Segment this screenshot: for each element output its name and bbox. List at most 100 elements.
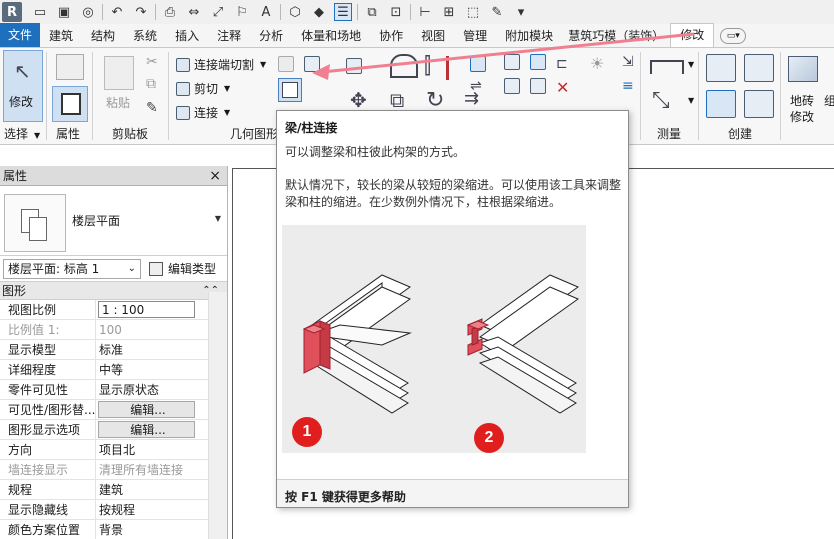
tab-collaborate[interactable]: 协作 — [370, 25, 412, 47]
property-rows: 视图比例 1 : 100 比例值 1: 100 显示模型 标准 详细程度 中等 … — [0, 300, 227, 539]
unpin-icon[interactable]: ⊏ — [556, 56, 568, 72]
edit-type-button[interactable]: 编辑类型 — [149, 260, 216, 277]
align-icon[interactable]: ⊢ — [416, 3, 434, 21]
type-selector[interactable]: 楼层平面 ▼ — [0, 186, 227, 256]
tab-decoration-plugin[interactable]: 慧筑巧模（装饰） — [562, 25, 670, 47]
property-value[interactable]: 标准 — [96, 340, 195, 359]
select-dropdown-icon[interactable]: ▼ — [34, 131, 40, 140]
wall-joins-icon[interactable] — [278, 56, 294, 72]
switch-windows-icon[interactable]: ⊡ — [387, 3, 405, 21]
linework-icon[interactable]: ≡ — [622, 78, 634, 94]
override-icon[interactable]: ⇲ — [622, 54, 634, 70]
tab-analyze[interactable]: 分析 — [250, 25, 292, 47]
create-assembly-icon[interactable] — [706, 90, 736, 118]
thin-lines-icon[interactable]: ☰ — [334, 3, 352, 21]
create-parts-icon[interactable] — [706, 54, 736, 82]
close-hidden-icon[interactable]: ⧉ — [363, 3, 381, 21]
cut-geometry-button[interactable]: 剪切 ▼ — [176, 80, 230, 97]
align-tool-icon[interactable] — [346, 58, 362, 74]
match-properties-icon[interactable]: ✎ — [146, 100, 158, 116]
mirror-tool-icon[interactable]: ⫿ — [424, 54, 431, 79]
tooltip-illustration: 1 2 — [282, 225, 586, 453]
customize-dropdown-icon[interactable]: ▾ — [512, 3, 530, 21]
offset-tool-icon[interactable] — [390, 54, 418, 78]
split-icon[interactable] — [470, 56, 486, 72]
property-value[interactable]: 按规程 — [96, 500, 195, 519]
mirror-red-icon[interactable] — [446, 56, 449, 80]
tab-insert[interactable]: 插入 — [166, 25, 208, 47]
array-icon[interactable] — [504, 54, 520, 70]
view-scale-input[interactable]: 1 : 100 — [98, 301, 195, 318]
open-icon[interactable]: ▭ — [31, 3, 49, 21]
join-geometry-button[interactable]: 连接 ▼ — [176, 104, 230, 121]
property-value[interactable]: 项目北 — [96, 440, 195, 459]
group-icon[interactable]: ⊞ — [440, 3, 458, 21]
copy-tool-icon[interactable]: ⧉ — [390, 88, 404, 112]
instance-selector[interactable]: 楼层平面: 标高 1 ⌄ — [3, 258, 141, 279]
trim-icon[interactable] — [504, 78, 520, 94]
property-value[interactable]: 显示原状态 — [96, 380, 195, 399]
delete-icon[interactable]: ✕ — [556, 78, 569, 97]
tab-view[interactable]: 视图 — [412, 25, 454, 47]
paste-button[interactable]: 粘贴 — [106, 94, 130, 111]
tab-manage[interactable]: 管理 — [454, 25, 496, 47]
category-header[interactable]: 图形 ⌃⌃ — [0, 282, 227, 300]
tab-massing-site[interactable]: 体量和场地 — [292, 25, 370, 47]
trim-extend-icon[interactable]: ⇉ — [464, 88, 479, 109]
cut-clip-icon[interactable]: ✂ — [146, 54, 158, 70]
tab-annotate[interactable]: 注释 — [208, 25, 250, 47]
app-logo[interactable]: R — [2, 2, 22, 22]
tab-modify[interactable]: 修改 — [670, 23, 715, 47]
join-cut-button[interactable]: 连接端切割 ▼ — [176, 56, 266, 73]
tab-structure[interactable]: 结构 — [82, 25, 124, 47]
measure-between-icon[interactable] — [650, 60, 684, 74]
trailing-group-label[interactable]: 组 — [824, 92, 834, 109]
properties-scrollbar[interactable] — [208, 292, 227, 539]
tab-addins[interactable]: 附加模块 — [496, 25, 562, 47]
graphic-display-edit-button[interactable]: 编辑... — [98, 421, 195, 438]
tab-architecture[interactable]: 建筑 — [40, 25, 82, 47]
close-icon[interactable]: × — [209, 168, 221, 184]
scale-icon[interactable] — [530, 54, 546, 70]
text-icon[interactable]: A — [257, 3, 275, 21]
component-icon[interactable]: ⬚ — [464, 3, 482, 21]
print-icon[interactable]: ⎙ — [161, 3, 179, 21]
modify-button[interactable]: ↖ 修改 — [3, 50, 43, 122]
tab-file[interactable]: 文件 — [0, 23, 41, 47]
property-value[interactable]: 建筑 — [96, 480, 195, 499]
redo-icon[interactable]: ↷ — [132, 3, 150, 21]
save-icon[interactable]: ▣ — [55, 3, 73, 21]
chevron-down-icon[interactable]: ▼ — [215, 214, 221, 223]
measure-icon[interactable]: ⇔ — [185, 3, 203, 21]
paint-face-icon[interactable] — [304, 56, 320, 72]
section-icon[interactable]: ◆ — [310, 3, 328, 21]
3d-view-icon[interactable]: ⬡ — [286, 3, 304, 21]
beam-diagram-1 — [302, 274, 412, 414]
chevron-down-icon[interactable]: ▼ — [688, 96, 694, 105]
ribbon-options-icon[interactable]: ▭▾ — [720, 28, 747, 44]
hide-bulb-icon[interactable]: ☀ — [590, 54, 604, 73]
property-value[interactable]: 背景 — [96, 520, 195, 539]
select-panel-label[interactable]: 选择 — [4, 125, 28, 142]
sheet-front-icon — [29, 217, 47, 241]
dimension-icon[interactable]: ⤡ — [652, 88, 670, 113]
copy-icon[interactable]: ⧉ — [146, 76, 156, 92]
create-similar-icon[interactable] — [744, 90, 774, 118]
properties-button[interactable] — [52, 86, 88, 122]
sync-icon[interactable]: ◎ — [79, 3, 97, 21]
move-icon[interactable]: ✥ — [350, 88, 367, 112]
align-dimension-icon[interactable]: ⤢ — [209, 3, 227, 21]
chevron-down-icon[interactable]: ▼ — [688, 60, 694, 69]
beam-column-join-button[interactable] — [278, 78, 302, 102]
step-badge-1: 1 — [292, 417, 322, 447]
paint-icon[interactable]: ✎ — [488, 3, 506, 21]
vg-edit-button[interactable]: 编辑... — [98, 401, 195, 418]
property-value[interactable]: 中等 — [96, 360, 195, 379]
floor-finish-button[interactable]: 地砖 — [790, 92, 814, 109]
create-group-icon[interactable] — [744, 54, 774, 82]
join-geometry-icon — [176, 105, 190, 120]
undo-icon[interactable]: ↶ — [108, 3, 126, 21]
tag-icon[interactable]: ⚐ — [233, 3, 251, 21]
pin-grid-icon[interactable] — [530, 78, 546, 94]
tab-systems[interactable]: 系统 — [124, 25, 166, 47]
